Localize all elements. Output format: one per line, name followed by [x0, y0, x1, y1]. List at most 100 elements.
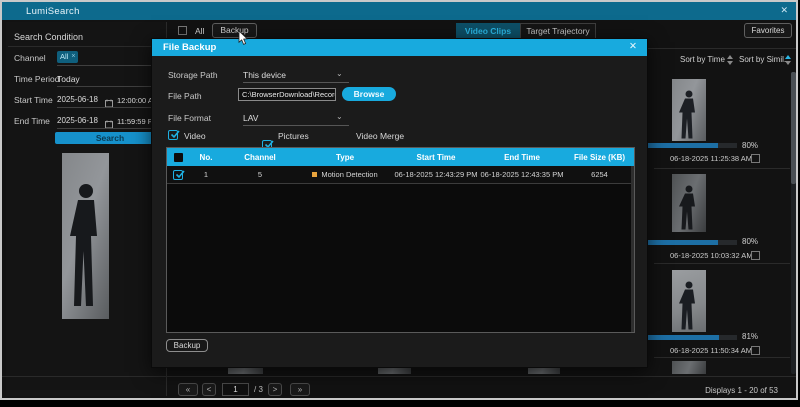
channel-chip-label: All — [60, 51, 68, 63]
result-thumbnail[interactable] — [672, 270, 706, 332]
file-path-input[interactable]: C:\BrowserDownload\Record — [238, 88, 336, 101]
pagination-first-button[interactable]: « — [178, 383, 198, 396]
storage-path-label: Storage Path — [168, 70, 218, 80]
browse-button[interactable]: Browse — [342, 87, 396, 101]
video-checkbox[interactable] — [168, 130, 178, 140]
column-header: No. — [189, 153, 223, 162]
file-path-label: File Path — [168, 91, 202, 101]
cell-no: 1 — [189, 170, 223, 179]
modal-header: File Backup ✕ — [152, 39, 647, 56]
time-period-label: Time Period — [14, 74, 60, 84]
end-time-label: End Time — [14, 116, 50, 126]
similarity-bar-track — [644, 240, 737, 245]
result-thumbnail[interactable] — [672, 174, 706, 232]
sort-time-carets-icon[interactable] — [727, 55, 733, 65]
result-checkbox[interactable] — [751, 346, 760, 355]
divider — [654, 263, 790, 264]
pagination-prev-button[interactable]: < — [202, 383, 216, 396]
page-total: / 3 — [254, 385, 263, 394]
modal-title: File Backup — [163, 42, 216, 53]
divider — [8, 46, 164, 47]
cell-start-time: 06-18-2025 12:43:29 PM — [393, 170, 479, 179]
field-underline — [57, 128, 151, 129]
table-scrollbar[interactable] — [631, 166, 634, 332]
cell-type: Motion Detection — [297, 170, 393, 179]
start-date-value[interactable]: 2025-06-18 — [57, 95, 98, 104]
tab-target-trajectory[interactable]: Target Trajectory — [520, 23, 596, 39]
select-all-label: All — [195, 26, 204, 36]
check-icon — [174, 169, 186, 180]
similarity-percent: 81% — [742, 332, 758, 341]
result-timestamp: 06-18-2025 11:25:38 AM — [670, 154, 752, 163]
table-header-checkbox[interactable] — [174, 153, 183, 162]
result-thumbnail[interactable] — [672, 79, 706, 141]
start-time-label: Start Time — [14, 95, 53, 105]
calendar-icon[interactable] — [105, 95, 113, 113]
similarity-bar-fill — [644, 143, 718, 148]
chip-remove-icon[interactable]: × — [71, 51, 75, 63]
window-close-icon[interactable]: ✕ — [780, 5, 788, 16]
video-merge-option-label: Video Merge — [356, 131, 404, 141]
row-checkbox[interactable] — [173, 170, 183, 180]
sort-by-similarity[interactable]: Sort by Simil... — [739, 55, 791, 64]
result-checkbox[interactable] — [751, 154, 760, 163]
backup-confirm-button[interactable]: Backup — [166, 339, 208, 352]
file-format-label: File Format — [168, 113, 211, 123]
motion-type-icon — [312, 172, 317, 177]
video-option-label: Video — [184, 131, 206, 141]
sort-by-time[interactable]: Sort by Time — [680, 55, 725, 64]
pagination-last-button[interactable]: » — [290, 383, 310, 396]
select-all-checkbox[interactable] — [178, 26, 187, 35]
table-row[interactable]: 1 5 Motion Detection 06-18-2025 12:43:29… — [167, 166, 634, 184]
result-timestamp: 06-18-2025 11:50:34 AM — [670, 346, 752, 355]
divider — [647, 48, 797, 49]
cell-file-size: 6254 — [565, 170, 634, 179]
table-header-row: No. Channel Type Start Time End Time Fil… — [167, 148, 634, 166]
column-header: End Time — [479, 153, 565, 162]
similarity-percent: 80% — [742, 141, 758, 150]
search-condition-panel: Search Condition Channel All × Time Peri… — [6, 22, 167, 396]
pagination-next-button[interactable]: > — [268, 383, 282, 396]
person-silhouette-icon — [679, 280, 699, 332]
reference-person-image — [62, 153, 109, 319]
divider — [654, 357, 790, 358]
file-format-select[interactable]: LAV — [243, 113, 258, 123]
chevron-down-icon[interactable]: ⌄ — [336, 69, 343, 78]
column-header: Type — [297, 153, 393, 162]
page-input[interactable]: 1 — [222, 383, 249, 396]
person-silhouette-icon — [679, 89, 699, 141]
modal-close-icon[interactable]: ✕ — [629, 41, 637, 52]
favorites-button[interactable]: Favorites — [744, 23, 792, 38]
result-thumbnail[interactable] — [672, 361, 706, 374]
similarity-percent: 80% — [742, 237, 758, 246]
chevron-down-icon[interactable]: ⌄ — [336, 112, 343, 121]
channel-chip[interactable]: All × — [57, 51, 78, 63]
time-period-value[interactable]: Today — [57, 74, 80, 84]
end-date-value[interactable]: 2025-06-18 — [57, 116, 98, 125]
backup-toolbar-button[interactable]: Backup — [212, 23, 257, 38]
result-timestamp: 06-18-2025 10:03:32 AM — [670, 251, 753, 260]
title-bar: LumiSearch ✕ — [2, 2, 796, 20]
sort-similarity-carets-icon[interactable] — [785, 55, 791, 65]
column-header: File Size (KB) — [565, 153, 634, 162]
field-underline — [243, 125, 349, 126]
storage-path-select[interactable]: This device — [243, 70, 286, 80]
cell-end-time: 06-18-2025 12:43:35 PM — [479, 170, 565, 179]
field-underline — [57, 107, 151, 108]
check-icon — [169, 129, 181, 140]
scrollbar-thumb[interactable] — [791, 72, 796, 184]
similarity-bar-fill — [644, 240, 718, 245]
app-window: LumiSearch ✕ Search Condition Channel Al… — [0, 0, 798, 400]
channel-label: Channel — [14, 53, 46, 63]
field-underline — [57, 65, 151, 66]
divider — [654, 168, 790, 169]
backup-table: No. Channel Type Start Time End Time Fil… — [166, 147, 635, 333]
field-underline — [57, 86, 151, 87]
search-button[interactable]: Search — [55, 132, 165, 144]
results-scrollbar[interactable] — [791, 72, 796, 374]
divider — [2, 376, 798, 377]
result-checkbox[interactable] — [751, 251, 760, 260]
mouse-cursor-icon — [238, 30, 249, 51]
tab-video-clips[interactable]: Video Clips — [456, 23, 520, 39]
field-underline — [243, 82, 349, 83]
